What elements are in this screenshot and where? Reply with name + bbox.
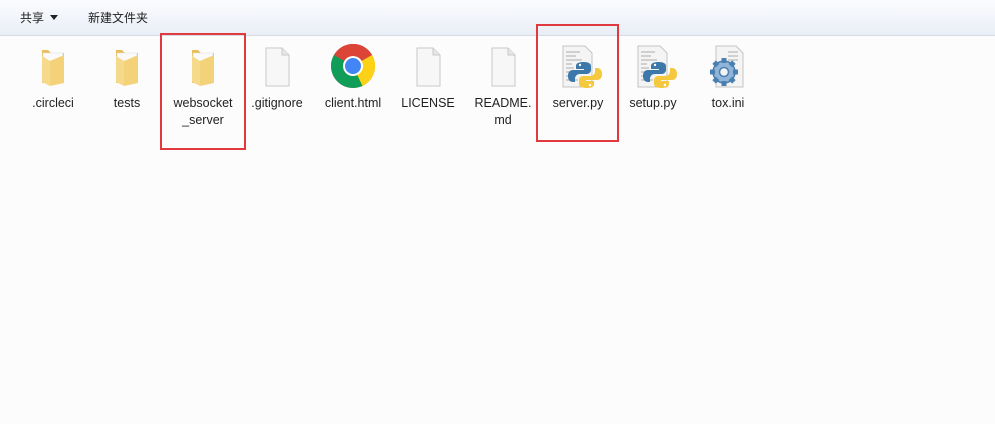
- file-item-readme[interactable]: README. md: [463, 42, 543, 129]
- file-name: .gitignore: [251, 96, 303, 110]
- file-item-client-html[interactable]: client.html: [313, 42, 393, 112]
- share-button[interactable]: 共享: [20, 9, 59, 27]
- file-name: client.html: [324, 96, 382, 110]
- blank-file-icon: [404, 42, 452, 90]
- file-name: setup.py: [629, 96, 677, 110]
- chevron-down-icon: [50, 15, 59, 21]
- file-name: tests: [113, 96, 141, 110]
- file-item-license[interactable]: LICENSE: [388, 42, 468, 112]
- file-list-area[interactable]: .circleci tests websocket _server .gitig…: [0, 24, 995, 424]
- file-item-circleci[interactable]: .circleci: [13, 42, 93, 112]
- file-name: .circleci: [32, 96, 74, 110]
- file-item-tests[interactable]: tests: [87, 42, 167, 112]
- file-item-websocket-server[interactable]: websocket _server: [163, 42, 243, 129]
- python-file-icon: [629, 42, 677, 90]
- file-name: LICENSE: [401, 96, 455, 110]
- file-name: tox.ini: [711, 96, 745, 110]
- settings-file-icon: [704, 42, 752, 90]
- file-name-line2: _server: [182, 113, 224, 127]
- new-folder-button[interactable]: 新建文件夹: [88, 9, 148, 27]
- blank-file-icon: [479, 42, 527, 90]
- file-item-setup-py[interactable]: setup.py: [613, 42, 693, 112]
- file-name: websocket _server: [163, 95, 243, 129]
- folder-icon: [29, 42, 77, 90]
- file-name-line1: websocket: [173, 96, 233, 110]
- share-label: 共享: [20, 11, 45, 25]
- new-folder-label: 新建文件夹: [88, 11, 149, 25]
- file-item-tox-ini[interactable]: tox.ini: [688, 42, 768, 112]
- explorer-toolbar: 共享 新建文件夹: [0, 0, 995, 36]
- chrome-icon: [329, 42, 377, 90]
- file-name: server.py: [552, 96, 604, 110]
- file-name-line2: md: [494, 113, 512, 127]
- folder-icon: [103, 42, 151, 90]
- file-name-line1: README.: [474, 96, 532, 110]
- file-item-gitignore[interactable]: .gitignore: [237, 42, 317, 112]
- blank-file-icon: [253, 42, 301, 90]
- folder-icon: [179, 42, 227, 90]
- file-name: README. md: [463, 95, 543, 129]
- file-item-server-py[interactable]: server.py: [538, 42, 618, 112]
- python-file-icon: [554, 42, 602, 90]
